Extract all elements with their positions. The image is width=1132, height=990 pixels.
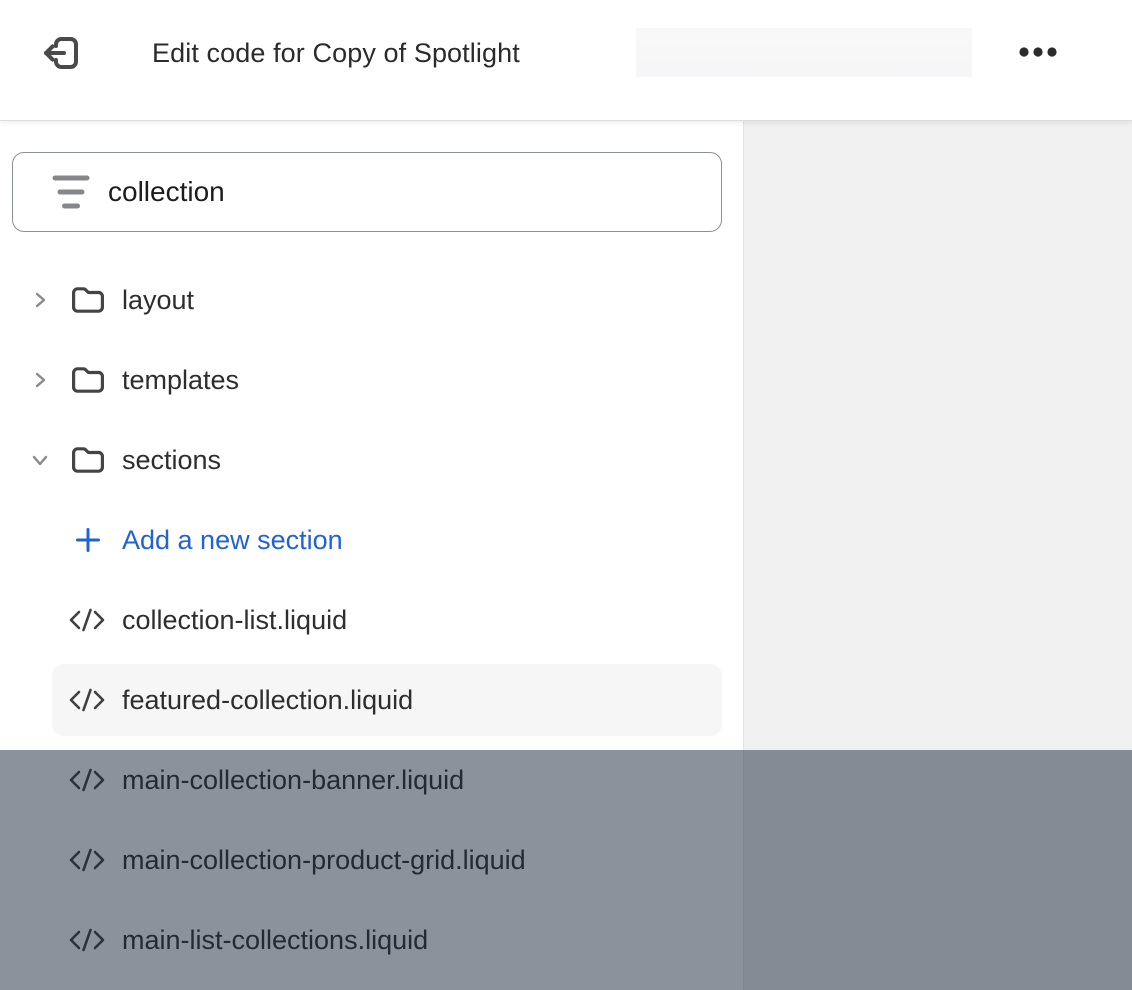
chevron-right-icon: [30, 370, 50, 390]
file-filter-input[interactable]: [108, 176, 701, 208]
file-filter-box: [12, 152, 722, 232]
add-section-label: Add a new section: [122, 525, 343, 556]
file-label: featured-collection.liquid: [122, 685, 413, 716]
page-title: Edit code for Copy of Spotlight: [152, 34, 520, 72]
tree-file-featured-collection[interactable]: featured-collection.liquid: [0, 660, 743, 740]
folder-icon: [72, 447, 104, 473]
tree-folder-templates[interactable]: templates: [0, 340, 743, 420]
overlay-scrim[interactable]: [0, 750, 1132, 990]
folder-label: templates: [122, 365, 239, 396]
more-actions-button[interactable]: [1008, 34, 1068, 70]
folder-label: layout: [122, 285, 194, 316]
tree-folder-layout[interactable]: layout: [0, 260, 743, 340]
tree-file-collection-list[interactable]: collection-list.liquid: [0, 580, 743, 660]
code-file-icon: [68, 606, 106, 634]
folder-icon: [72, 367, 104, 393]
exit-code-editor-button[interactable]: [36, 28, 86, 78]
file-label: collection-list.liquid: [122, 605, 347, 636]
header-bar: Edit code for Copy of Spotlight: [0, 0, 1132, 121]
horizontal-dots-icon: [1019, 47, 1057, 57]
code-file-icon: [68, 686, 106, 714]
exit-icon: [37, 30, 85, 76]
plus-icon: [74, 526, 102, 554]
filter-icon: [51, 173, 91, 211]
blurred-placeholder: [636, 28, 972, 77]
folder-icon: [72, 287, 104, 313]
chevron-right-icon: [30, 290, 50, 310]
tree-folder-sections[interactable]: sections: [0, 420, 743, 500]
folder-label: sections: [122, 445, 221, 476]
add-new-section-button[interactable]: Add a new section: [0, 500, 743, 580]
chevron-down-icon: [30, 450, 50, 470]
code-editor-app: Edit code for Copy of Spotlight: [0, 0, 1132, 990]
